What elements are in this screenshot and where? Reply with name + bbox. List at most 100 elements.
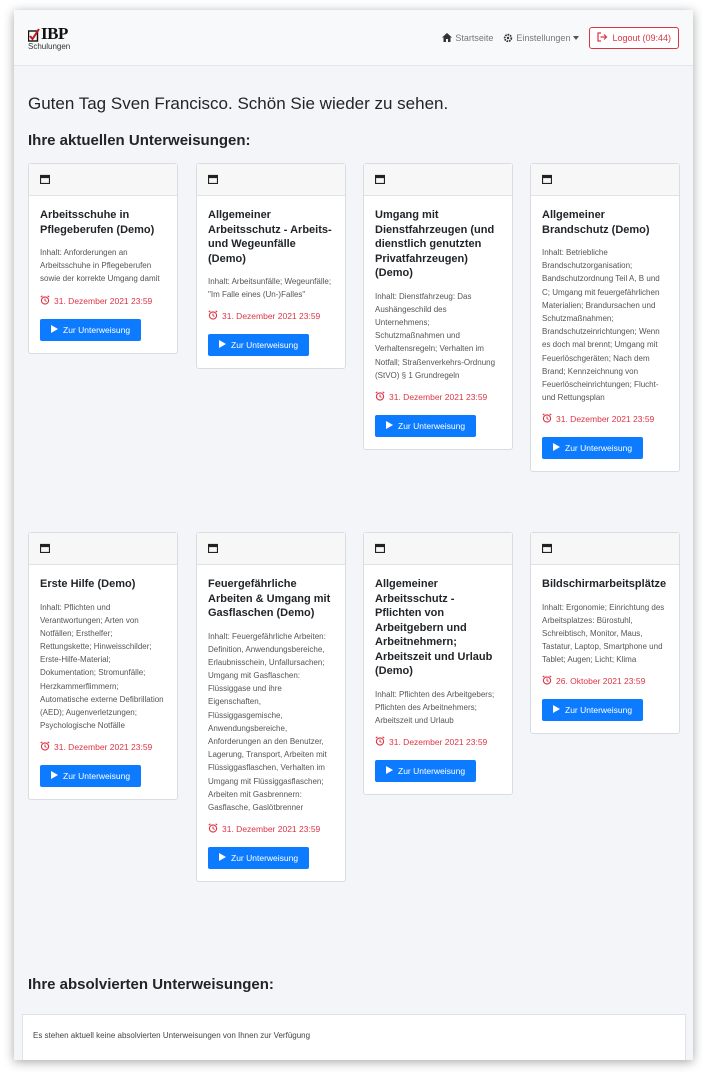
nav-home-link[interactable]: Startseite bbox=[442, 33, 493, 43]
card-content: Inhalt: Feuergefährliche Arbeiten: Defin… bbox=[208, 631, 327, 812]
start-training-label: Zur Unterweisung bbox=[398, 420, 466, 431]
calendar-icon bbox=[39, 540, 51, 558]
calendar-icon bbox=[374, 540, 386, 558]
card-title: Allgemeiner Arbeitsschutz - Pflichten vo… bbox=[375, 578, 493, 678]
card-title: Erste Hilfe (Demo) bbox=[40, 578, 136, 590]
brand-logo[interactable]: IBP Schulungen bbox=[27, 25, 71, 51]
nav-settings-label: Einstellungen bbox=[516, 32, 571, 43]
card-content: Inhalt: Pflichten des Arbeitgebers; Pfli… bbox=[375, 689, 495, 725]
calendar-icon bbox=[39, 171, 51, 189]
alarm-clock-icon bbox=[40, 294, 50, 307]
training-card: Allgemeiner Arbeitsschutz - Pflichten vo… bbox=[363, 532, 513, 796]
card-content: Inhalt: Dienstfahrzeug: Das Aushängeschi… bbox=[375, 291, 496, 380]
training-card: Umgang mit Dienstfahrzeugen (und dienstl… bbox=[363, 163, 513, 450]
card-content: Inhalt: Ergonomie; Einrichtung des Arbei… bbox=[542, 602, 665, 665]
card-content: Inhalt: Betriebliche Brandschutzorganisa… bbox=[542, 248, 660, 403]
start-training-button[interactable]: Zur Unterweisung bbox=[40, 318, 142, 341]
start-training-button[interactable]: Zur Unterweisung bbox=[542, 437, 644, 460]
card-body: Allgemeiner Arbeitsschutz - Arbeits- und… bbox=[197, 196, 345, 368]
card-title: Allgemeiner Arbeitsschutz - Arbeits- und… bbox=[208, 209, 332, 265]
card-deadline: 31. Dezember 2021 23:59 bbox=[208, 310, 334, 322]
card-header bbox=[197, 164, 345, 196]
card-deadline-text: 31. Dezember 2021 23:59 bbox=[389, 737, 488, 748]
card-body: Allgemeiner Arbeitsschutz - Pflichten vo… bbox=[364, 565, 512, 794]
start-training-button[interactable]: Zur Unterweisung bbox=[208, 334, 310, 357]
play-icon bbox=[553, 705, 560, 715]
alarm-clock-icon bbox=[208, 310, 218, 322]
card-body: Feuergefährliche Arbeiten & Umgang mit G… bbox=[197, 565, 345, 881]
alarm-clock-icon bbox=[542, 675, 552, 687]
start-training-button[interactable]: Zur Unterweisung bbox=[40, 765, 142, 788]
card-title: Umgang mit Dienstfahrzeugen (und dienstl… bbox=[375, 209, 495, 280]
navbar: IBP Schulungen Startseite Einstellungen bbox=[14, 10, 693, 66]
calendar-icon bbox=[541, 171, 553, 189]
start-training-button[interactable]: Zur Unterweisung bbox=[208, 847, 310, 870]
calendar-icon bbox=[374, 171, 386, 189]
training-cards: Arbeitsschuhe in Pflegeberufen (Demo) Inh… bbox=[28, 163, 680, 983]
card-body: Erste Hilfe (Demo) Inhalt: Pflichten und … bbox=[29, 565, 177, 799]
card-content: Inhalt: Pflichten und Verantwortungen; A… bbox=[40, 602, 164, 731]
training-card: Arbeitsschuhe in Pflegeberufen (Demo) Inh… bbox=[28, 163, 178, 354]
current-trainings-heading: Ihre aktuellen Unterweisungen: bbox=[28, 132, 251, 149]
card-content: Inhalt: Arbeitsunfälle; Wegeunfälle; "Im… bbox=[208, 277, 332, 300]
absolved-trainings-heading: Ihre absolvierten Unterweisungen: bbox=[28, 976, 274, 993]
card-deadline: 31. Dezember 2021 23:59 bbox=[542, 413, 668, 425]
start-training-button[interactable]: Zur Unterweisung bbox=[542, 699, 644, 722]
start-training-label: Zur Unterweisung bbox=[63, 324, 131, 335]
card-deadline: 26. Oktober 2021 23:59 bbox=[542, 675, 668, 687]
card-title: Arbeitsschuhe in Pflegeberufen (Demo) bbox=[40, 209, 155, 236]
card-deadline-text: 31. Dezember 2021 23:59 bbox=[389, 391, 488, 402]
main-content: Guten Tag Sven Francisco. Schön Sie wied… bbox=[14, 66, 693, 983]
card-deadline: 31. Dezember 2021 23:59 bbox=[40, 294, 166, 307]
start-training-label: Zur Unterweisung bbox=[231, 853, 299, 864]
card-body: Umgang mit Dienstfahrzeugen (und dienstl… bbox=[364, 196, 512, 449]
card-title: Bildschirmarbeitsplätze bbox=[542, 578, 667, 590]
calendar-icon bbox=[207, 171, 219, 189]
card-header bbox=[29, 533, 177, 565]
start-training-label: Zur Unterweisung bbox=[398, 766, 466, 777]
card-deadline-text: 26. Oktober 2021 23:59 bbox=[556, 676, 646, 687]
gear-icon bbox=[503, 33, 513, 43]
nav-home-label: Startseite bbox=[455, 32, 494, 43]
checkmark-icon bbox=[27, 27, 40, 42]
logout-label: Logout (09:44) bbox=[612, 32, 671, 43]
play-icon bbox=[51, 324, 58, 335]
training-card: Feuergefährliche Arbeiten & Umgang mit G… bbox=[196, 532, 346, 883]
card-body: Bildschirmarbeitsplätze Inhalt: Ergonomie… bbox=[531, 565, 679, 733]
start-training-label: Zur Unterweisung bbox=[565, 705, 633, 716]
logout-icon bbox=[597, 31, 608, 44]
card-deadline-text: 31. Dezember 2021 23:59 bbox=[54, 742, 153, 753]
card-deadline-text: 31. Dezember 2021 23:59 bbox=[222, 311, 321, 322]
card-deadline-text: 31. Dezember 2021 23:59 bbox=[54, 295, 153, 306]
logo-subtitle: Schulungen bbox=[28, 41, 71, 51]
start-training-button[interactable]: Zur Unterweisung bbox=[375, 414, 477, 437]
play-icon bbox=[553, 443, 560, 453]
card-header bbox=[364, 533, 512, 565]
card-body: Arbeitsschuhe in Pflegeberufen (Demo) Inh… bbox=[29, 196, 177, 353]
alarm-clock-icon bbox=[40, 741, 50, 753]
start-training-label: Zur Unterweisung bbox=[231, 340, 299, 351]
play-icon bbox=[219, 853, 226, 863]
card-deadline: 31. Dezember 2021 23:59 bbox=[375, 736, 501, 748]
alarm-clock-icon bbox=[375, 736, 385, 748]
nav-right: Startseite Einstellungen Logout (09:44) bbox=[442, 26, 679, 49]
training-card: Erste Hilfe (Demo) Inhalt: Pflichten und … bbox=[28, 532, 178, 801]
card-body: Allgemeiner Brandschutz (Demo) Inhalt: Be… bbox=[531, 196, 679, 471]
greeting-heading: Guten Tag Sven Francisco. Schön Sie wied… bbox=[28, 94, 449, 113]
absolved-empty-message: Es stehen aktuell keine absolvierten Unt… bbox=[22, 1014, 686, 1060]
calendar-icon bbox=[207, 540, 219, 558]
nav-settings-dropdown[interactable]: Einstellungen bbox=[503, 32, 580, 43]
start-training-button[interactable]: Zur Unterweisung bbox=[375, 760, 477, 783]
start-training-label: Zur Unterweisung bbox=[565, 443, 633, 454]
card-header bbox=[531, 533, 679, 565]
training-card: Allgemeiner Brandschutz (Demo) Inhalt: Be… bbox=[530, 163, 680, 473]
card-deadline-text: 31. Dezember 2021 23:59 bbox=[556, 414, 655, 425]
card-deadline-text: 31. Dezember 2021 23:59 bbox=[222, 824, 321, 835]
logout-button[interactable]: Logout (09:44) bbox=[589, 26, 679, 49]
alarm-clock-icon bbox=[542, 413, 552, 425]
card-header bbox=[364, 164, 512, 196]
alarm-clock-icon bbox=[208, 823, 218, 835]
card-title: Allgemeiner Brandschutz (Demo) bbox=[542, 209, 650, 236]
card-deadline: 31. Dezember 2021 23:59 bbox=[208, 823, 334, 835]
card-header bbox=[197, 533, 345, 565]
